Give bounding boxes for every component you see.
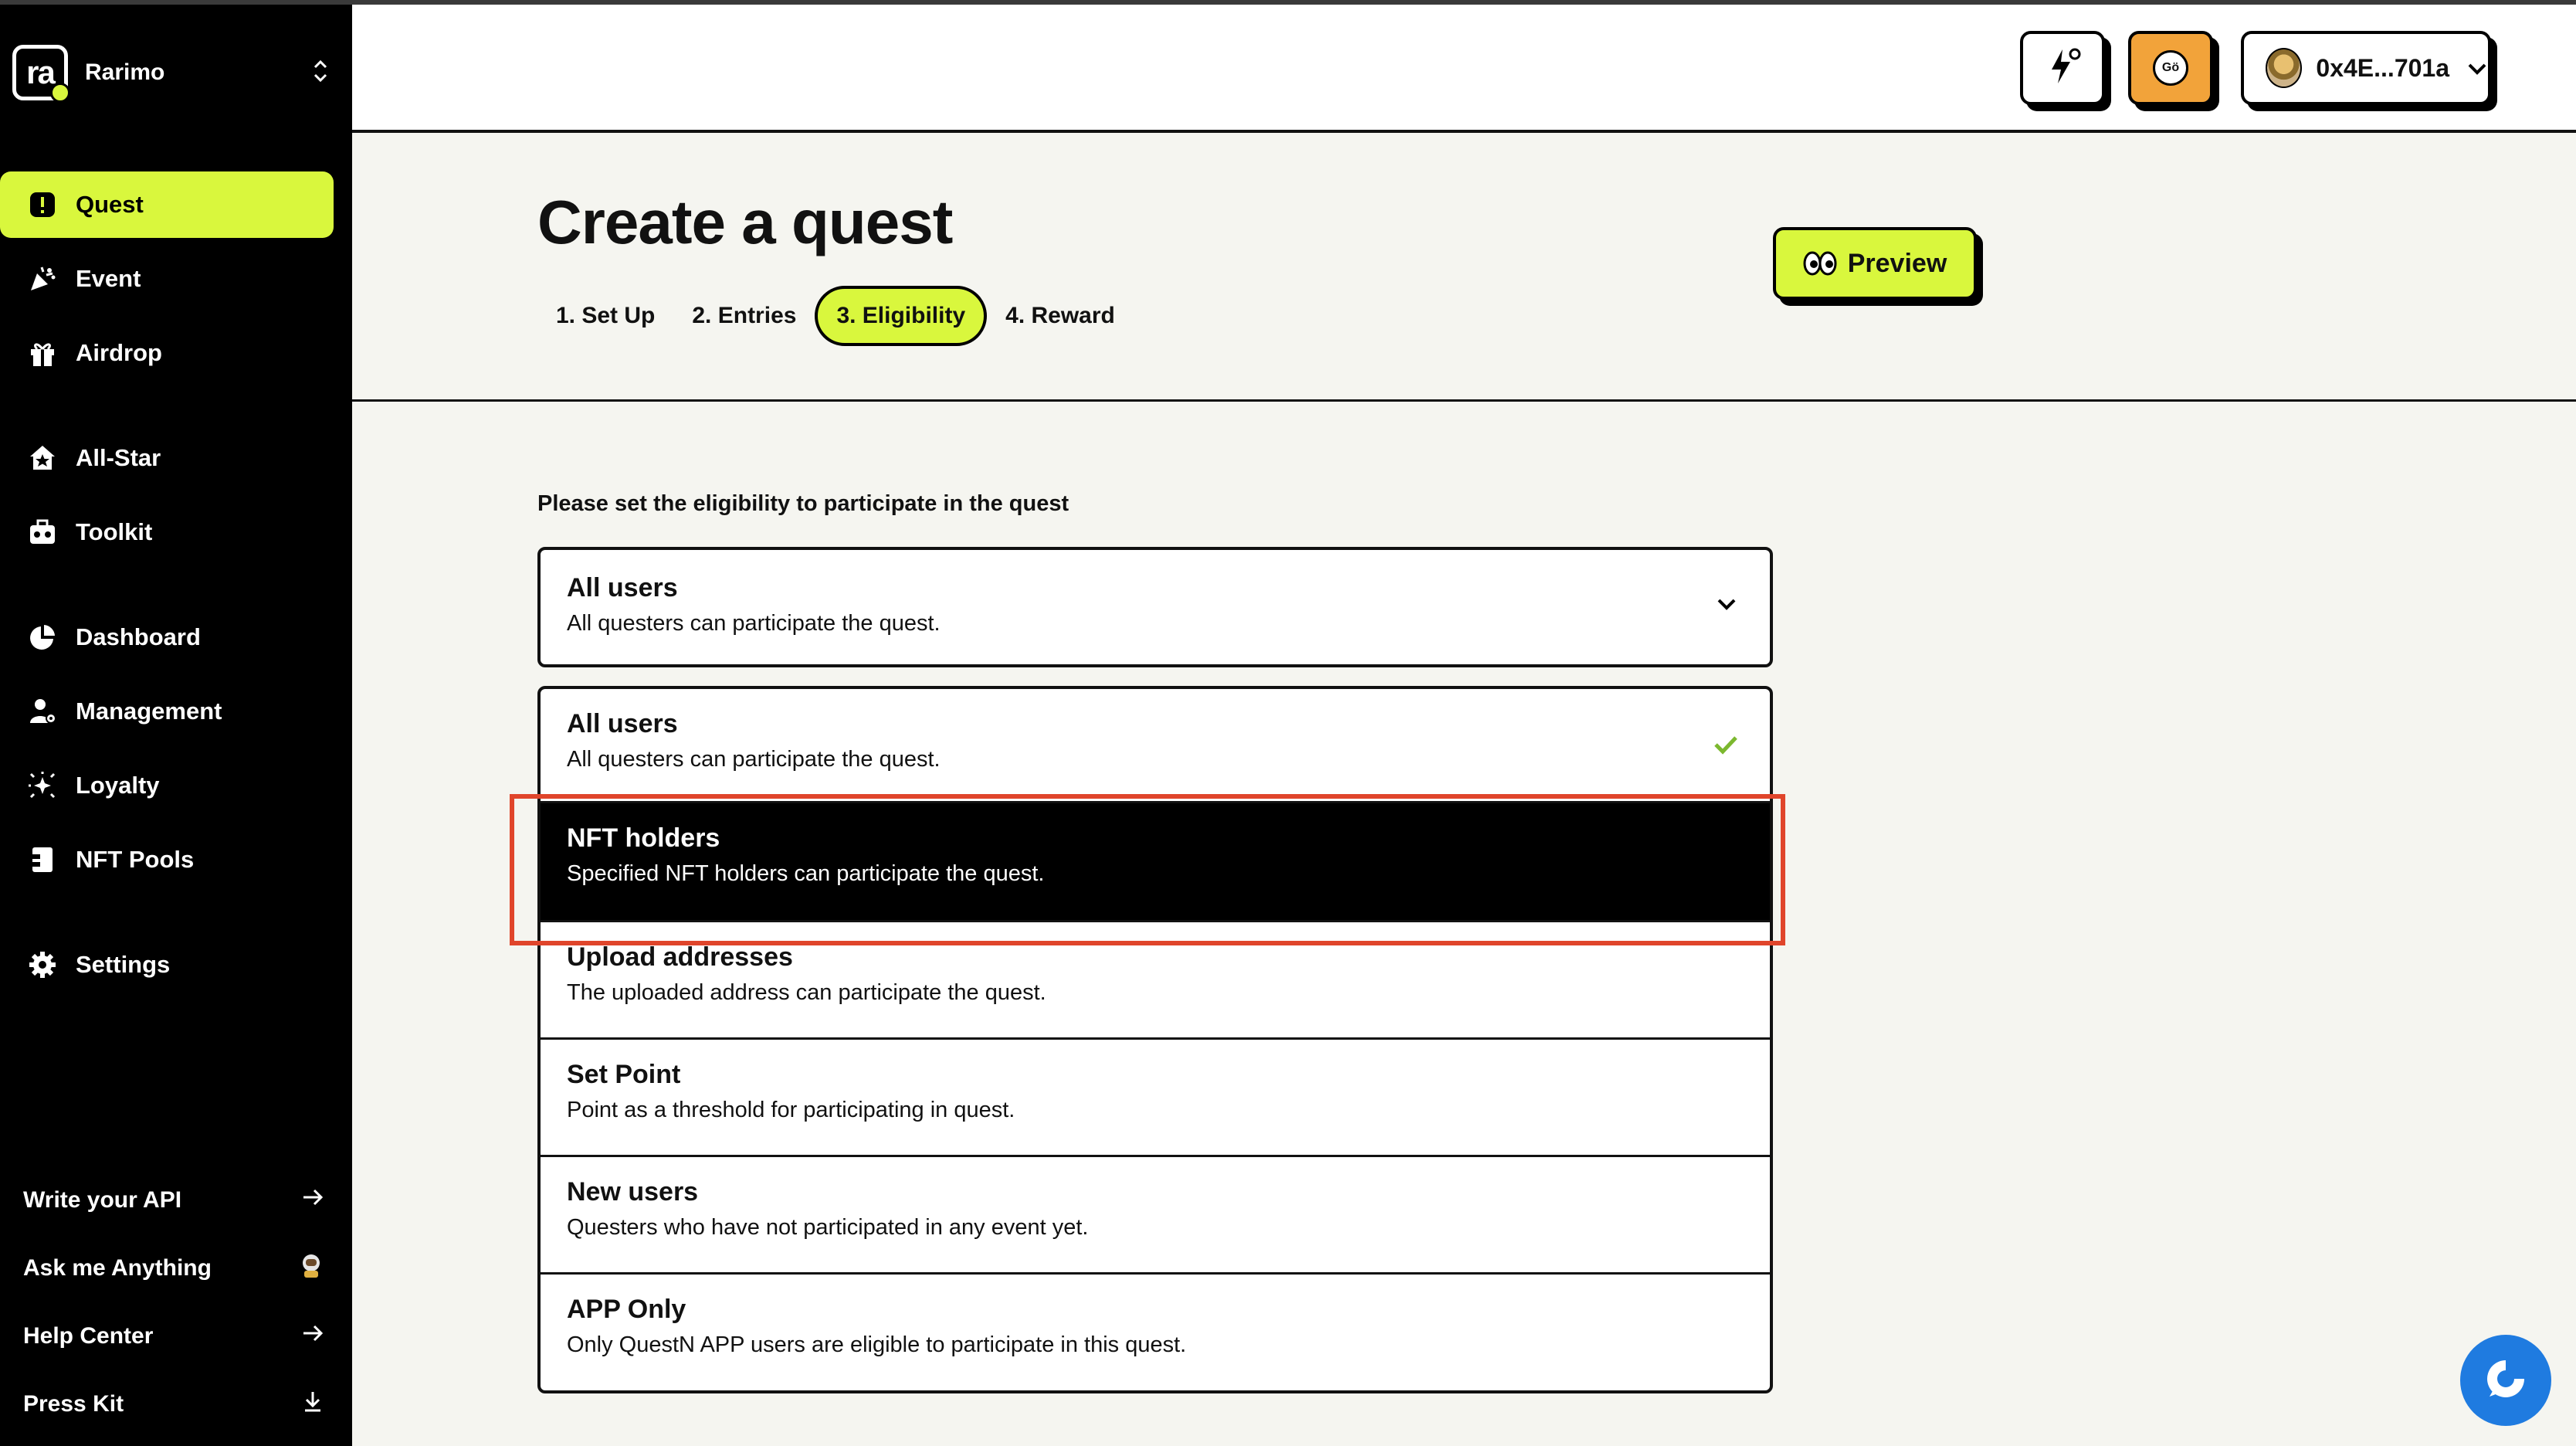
sidebar-item-nft-pools[interactable]: NFT Pools [0,827,334,893]
chat-bubble-icon [2479,1352,2533,1410]
sidebar-item-label: Toolkit [76,518,153,545]
sidebar: ra Rarimo Quest Event Airdrop All-Star T… [0,5,352,1446]
workspace-switcher[interactable]: ra Rarimo [12,42,337,104]
chat-support-button[interactable] [2460,1335,2551,1426]
option-title: Set Point [567,1060,681,1089]
checkmark-icon [1713,734,1739,759]
sidebar-item-label: All-Star [76,444,161,471]
verified-badge-icon [50,83,70,103]
sidebar-item-settings[interactable]: Settings [0,932,334,998]
sidebar-item-label: Loyalty [76,772,160,799]
boost-button[interactable] [2020,31,2105,105]
toolkit-icon [26,516,59,548]
step-tabs: 1. Set Up 2. Entries 3. Eligibility 4. R… [537,284,1134,348]
footer-link-label: Press Kit [23,1391,124,1417]
option-set-point[interactable]: Set Point Point as a threshold for parti… [541,1040,1770,1157]
option-title: APP Only [567,1295,686,1324]
sidebar-item-all-star[interactable]: All-Star [0,425,334,491]
chevron-down-icon [1714,595,1739,617]
lightning-bolt-icon [2041,45,2084,92]
write-your-api-link[interactable]: Write your API [23,1177,324,1224]
wallet-address: 0x4E...701a [2316,53,2449,82]
exclamation-icon [26,188,59,221]
page-header: Create a quest 1. Set Up 2. Entries 3. E… [352,133,2576,402]
sidebar-item-loyalty[interactable]: Loyalty [0,752,334,819]
option-desc: Only QuestN APP users are eligible to pa… [567,1332,1187,1357]
pie-chart-icon [26,621,59,653]
gear-icon [26,949,59,981]
eligibility-options-list: All users All questers can participate t… [537,686,1773,1393]
nft-pool-icon [26,844,59,876]
press-kit-link[interactable]: Press Kit [23,1381,324,1427]
ask-me-anything-link[interactable]: Ask me Anything [23,1245,324,1292]
selected-option-desc: All questers can participate the quest. [567,611,941,636]
option-title: All users [567,709,678,738]
eligibility-select[interactable]: All users All questers can participate t… [537,547,1773,667]
option-desc: Point as a threshold for participating i… [567,1098,1015,1122]
footer-link-label: Write your API [23,1187,182,1213]
astronaut-icon [298,1252,324,1285]
sidebar-item-label: Management [76,698,222,725]
selected-option-title: All users [567,573,678,602]
arrow-right-icon [301,1186,324,1215]
wallet-menu-button[interactable]: 0x4E...701a [2241,31,2491,105]
party-popper-icon [26,263,59,295]
sidebar-item-label: NFT Pools [76,846,195,873]
option-new-users[interactable]: New users Questers who have not particip… [541,1157,1770,1275]
tab-eligibility[interactable]: 3. Eligibility [815,286,988,346]
sidebar-item-airdrop[interactable]: Airdrop [0,320,334,386]
chevron-up-down-icon [312,58,329,87]
arrow-right-icon [301,1322,324,1351]
sidebar-item-label: Event [76,265,141,292]
preview-label: Preview [1847,248,1947,278]
sidebar-item-management[interactable]: Management [0,678,334,745]
brand-logo: ra [12,45,70,103]
sidebar-item-label: Dashboard [76,623,201,650]
avatar [2266,48,2303,88]
gift-icon [26,337,59,369]
help-center-link[interactable]: Help Center [23,1313,324,1359]
chevron-down-icon [2466,54,2488,83]
option-desc: The uploaded address can participate the… [567,980,1046,1005]
option-app-only[interactable]: APP Only Only QuestN APP users are eligi… [541,1275,1770,1390]
option-title: New users [567,1177,699,1207]
eyes-icon [1803,250,1837,277]
top-header: Gö 0x4E...701a [352,5,2576,133]
coin-icon: Gö [2153,50,2188,86]
tab-set-up[interactable]: 1. Set Up [537,286,673,346]
option-desc: All questers can participate the quest. [567,747,941,772]
page-title: Create a quest [537,188,953,256]
eligibility-instruction: Please set the eligibility to participat… [537,491,1069,516]
highlight-annotation-box [510,794,1785,945]
sidebar-item-label: Settings [76,951,171,978]
footer-link-label: Help Center [23,1323,154,1349]
sidebar-item-label: Quest [76,191,144,218]
sidebar-item-label: Airdrop [76,339,162,366]
option-all-users[interactable]: All users All questers can participate t… [541,689,1770,803]
sidebar-item-quest[interactable]: Quest [0,171,334,238]
option-title: Upload addresses [567,942,793,972]
brand-name: Rarimo [85,59,165,85]
token-button[interactable]: Gö [2128,31,2213,105]
option-desc: Questers who have not participated in an… [567,1215,1089,1240]
sidebar-item-event[interactable]: Event [0,246,334,312]
sidebar-item-dashboard[interactable]: Dashboard [0,604,334,670]
sidebar-item-toolkit[interactable]: Toolkit [0,499,334,565]
sparkle-icon [26,769,59,802]
user-gear-icon [26,695,59,728]
footer-link-label: Ask me Anything [23,1255,212,1281]
tab-entries[interactable]: 2. Entries [673,286,815,346]
star-house-icon [26,442,59,474]
preview-button[interactable]: Preview [1773,227,1977,300]
tab-reward[interactable]: 4. Reward [987,286,1134,346]
download-icon [301,1390,324,1419]
